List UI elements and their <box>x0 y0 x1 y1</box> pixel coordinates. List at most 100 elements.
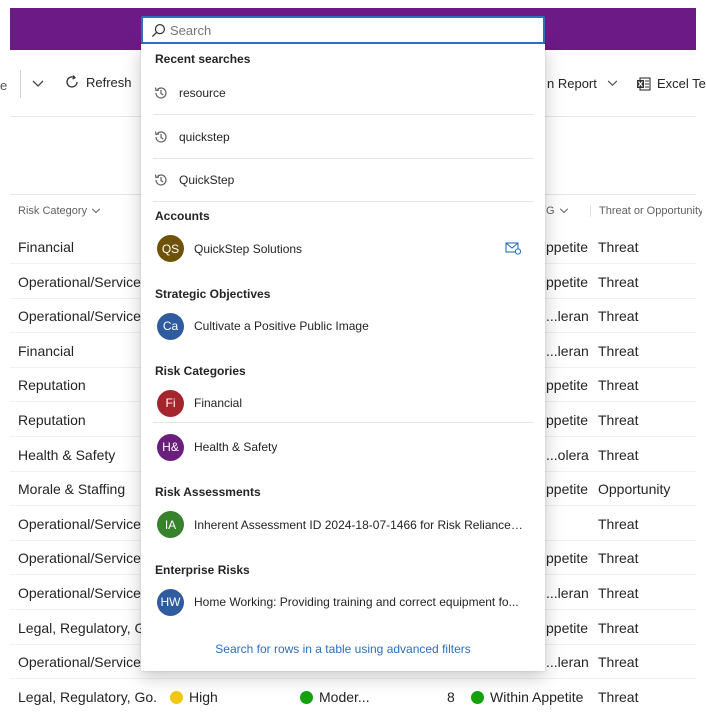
cell-threat: Threat <box>598 550 639 567</box>
cell-threat: Threat <box>598 619 639 636</box>
cell-risk-category: Operational/Service C <box>18 550 146 567</box>
chevron-down-icon <box>32 80 43 87</box>
search-box[interactable] <box>141 16 545 44</box>
cell-risk-category: Morale & Staffing <box>18 481 126 498</box>
cell-rag: ppetite <box>546 619 589 636</box>
excel-templates-button[interactable]: Excel Te <box>636 76 706 91</box>
section-title: Accounts <box>155 209 210 223</box>
cell-risk-category: Reputation <box>18 377 86 394</box>
cell-risk-category: Financial <box>18 342 75 359</box>
search-result-item[interactable]: Fi Financial <box>153 384 533 423</box>
cell-threat: Threat <box>598 342 639 359</box>
cell-rag: ppetite <box>546 273 589 290</box>
history-icon <box>154 130 167 143</box>
cell-threat: Threat <box>598 412 639 428</box>
search-result-item[interactable]: H& Health & Safety <box>153 428 533 467</box>
avatar: QS <box>157 235 184 262</box>
excel-label: Excel Te <box>657 76 706 91</box>
recent-search-item[interactable]: resource <box>153 72 533 115</box>
column-header-label: Threat or Opportunity <box>599 205 702 217</box>
cell-threat: Opportunity <box>598 481 671 498</box>
avatar: IA <box>157 511 184 538</box>
cell-rag: leran... <box>546 308 589 325</box>
excel-icon <box>637 76 651 91</box>
search-input[interactable] <box>170 22 530 38</box>
column-header-threat-or-opportunity[interactable]: Threat or Opportunity <box>590 205 702 217</box>
search-icon <box>151 23 166 37</box>
cell-score: 8 <box>447 689 455 705</box>
search-result-text: Financial <box>194 396 243 410</box>
cell-risk-category: Health & Safety <box>18 446 116 463</box>
avatar: Ca <box>157 312 184 340</box>
recent-search-text: QuickStep <box>179 173 235 187</box>
likelihood-value: High <box>189 689 218 705</box>
search-results-panel: Recent searches resource quickstep QuickSt… <box>141 44 545 671</box>
recent-search-item[interactable]: quickstep <box>153 116 533 159</box>
chevron-down-icon <box>559 208 568 214</box>
column-header-rag[interactable]: G <box>546 205 569 217</box>
cell-rag: leran... <box>546 585 589 601</box>
search-result-item[interactable]: Ca Cultivate a Positive Public Image <box>153 307 533 346</box>
column-header-risk-category[interactable]: Risk Category <box>18 205 101 217</box>
status-dot <box>170 691 183 704</box>
section-title: Risk Categories <box>155 364 246 378</box>
cell-threat: Threat <box>598 689 639 705</box>
cell-risk-category: Operational/Service C <box>18 308 146 325</box>
refresh-label: Refresh <box>86 74 132 90</box>
cell-threat: Threat <box>598 308 639 325</box>
impact-value: Moder... <box>319 689 370 705</box>
section-title-recent-searches: Recent searches <box>155 52 251 66</box>
section-title: Strategic Objectives <box>155 286 271 301</box>
cell-risk-category: Operational/Service C <box>18 585 146 601</box>
cell-rag: leran... <box>546 654 589 671</box>
avatar: H& <box>157 433 184 461</box>
command-fragment-left[interactable]: e <box>0 78 7 93</box>
cell-threat: Threat <box>598 654 639 671</box>
search-result-text: QuickStep Solutions <box>194 241 303 256</box>
search-result-text: Inherent Assessment ID 2024-18-07-1466 f… <box>194 517 524 532</box>
cell-threat: Threat <box>598 377 639 394</box>
report-button[interactable]: n Report <box>547 76 618 91</box>
cell-risk-category: Operational/Service C <box>18 515 146 532</box>
cell-risk-category: Operational/Service C <box>18 654 146 671</box>
search-result-item[interactable]: IA Inherent Assessment ID 2024-18-07-1466… <box>153 505 533 544</box>
chevron-down-icon <box>607 80 618 87</box>
history-icon <box>154 174 167 186</box>
cell-threat: Threat <box>598 585 639 601</box>
report-label: n Report <box>547 76 597 91</box>
cell-impact: Moder... <box>300 689 370 705</box>
cell-rag: ppetite <box>546 481 589 498</box>
search-result-text: Health & Safety <box>194 440 278 454</box>
column-header-label: Risk Category <box>18 205 88 217</box>
cell-rag: ppetite <box>546 550 589 567</box>
search-result-item[interactable]: QS QuickStep Solutions <box>153 229 533 268</box>
section-title: Risk Assessments <box>155 485 261 499</box>
recent-search-text: quickstep <box>179 129 230 144</box>
chevron-down-icon <box>91 208 101 214</box>
advanced-filters-link[interactable]: Search for rows in a table using advance… <box>141 642 545 656</box>
cell-rag: olera... <box>546 446 589 463</box>
search-result-item[interactable]: HW Home Working: Providing training and c… <box>153 583 533 622</box>
refresh-button[interactable]: Refresh <box>64 74 132 90</box>
cell-threat: Threat <box>598 239 639 255</box>
cell-risk-category: Legal, Regulatory, Go <box>18 619 146 636</box>
recent-search-item[interactable]: QuickStep <box>153 159 533 202</box>
table-row[interactable]: Legal, Regulatory, Go... High Moder... 8… <box>10 679 696 714</box>
cell-risk-category: Financial <box>18 239 75 255</box>
cell-likelihood: High <box>170 689 218 705</box>
cell-rag: Within Appetite <box>471 689 583 705</box>
status-dot <box>300 691 313 704</box>
recent-search-text: resource <box>179 86 226 100</box>
cell-threat: Threat <box>598 515 639 532</box>
cell-risk-category: Legal, Regulatory, Go... <box>18 689 158 705</box>
cell-rag: ppetite <box>546 377 589 394</box>
refresh-icon <box>66 75 78 88</box>
cell-threat: Threat <box>598 273 639 290</box>
search-result-text: Cultivate a Positive Public Image <box>194 319 369 333</box>
column-header-label: G <box>546 205 555 217</box>
section-title: Enterprise Risks <box>155 562 250 577</box>
email-icon[interactable] <box>505 241 522 258</box>
history-icon <box>154 87 167 99</box>
status-dot <box>471 691 484 704</box>
more-commands-button[interactable] <box>20 70 54 98</box>
